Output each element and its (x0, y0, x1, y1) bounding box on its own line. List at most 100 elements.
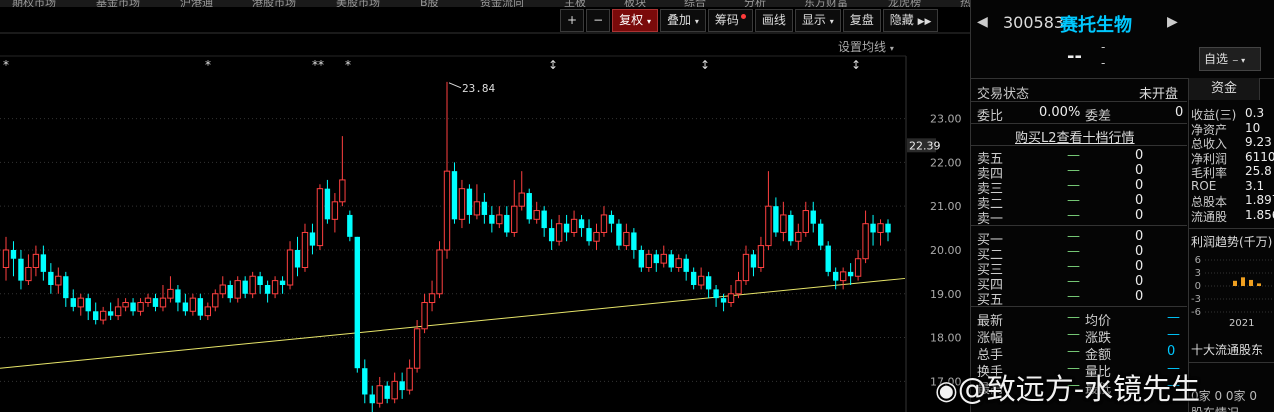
candle-body-down (713, 289, 719, 299)
candle-body-up (25, 266, 32, 282)
candle-body-down (384, 385, 390, 399)
weibo-logo-icon: ◉ (935, 376, 958, 406)
watchlist-dropdown[interactable]: 自选 − ▾ (1199, 47, 1261, 71)
quote-stat-v1: — (1067, 344, 1080, 359)
order-level-price: — (1067, 148, 1080, 163)
candle-body-up (234, 280, 241, 299)
candle-body-up (99, 310, 107, 321)
candle-body-down (362, 368, 368, 395)
l2-upgrade-link[interactable]: 购买L2查看十档行情 (1015, 127, 1135, 146)
candle-body-down (586, 228, 592, 242)
tab-funds[interactable]: 资金 (1189, 78, 1260, 100)
next-stock-button[interactable]: ▶ (1167, 14, 1178, 30)
finance-value: 1.856 (1245, 207, 1274, 222)
display-dropdown[interactable]: 显示 ▾ (794, 9, 841, 32)
candle-body-up (877, 223, 884, 233)
candle-body-up (593, 231, 600, 242)
order-level-vol: 0 (1135, 229, 1144, 244)
chart-toolbar: + − 复权 ▾ 叠加 ▾ 筹码 画线 显示 ▾ 复盘 隐藏 ▶▶ (560, 9, 939, 32)
order-level-vol: 0 (1135, 289, 1144, 304)
order-level-price: — (1067, 208, 1080, 223)
candle-body-up (436, 249, 443, 295)
candle-body-down (481, 201, 488, 215)
candle-body-up (780, 214, 787, 233)
zoom-out-button[interactable]: − (586, 9, 611, 32)
candle-body-up (839, 271, 847, 282)
candle-body-up (458, 188, 466, 220)
profit-bar (1257, 283, 1261, 286)
order-level-price: — (1067, 193, 1080, 208)
event-marker-icon[interactable]: * (205, 58, 211, 72)
finance-value: 3.1 (1245, 178, 1265, 193)
finance-label: 流通股 (1191, 209, 1228, 224)
candle-body-down (130, 302, 136, 312)
high-annotation-arrow (448, 82, 462, 89)
profit-trend-chart: 6 3 0 -3 -6 2021 (1191, 255, 1274, 328)
order-level-vol: 0 (1135, 178, 1144, 193)
zoom-in-button[interactable]: + (560, 9, 585, 32)
event-marker-icon[interactable]: ↕ (851, 58, 861, 72)
top-holders-title[interactable]: 十大流通股东 (1191, 341, 1263, 358)
event-marker-icon[interactable]: * (3, 58, 9, 72)
candle-body-up (271, 280, 279, 295)
candle-body-up (413, 328, 421, 369)
candle-body-up (473, 201, 481, 216)
candle-body-down (773, 206, 779, 233)
weibo-watermark: ◉@致远方-水镜先生 (935, 366, 1200, 408)
candle-body-up (219, 284, 226, 295)
candlestick-chart[interactable]: 23.0022.0021.0020.0019.0018.0017.0022.39… (0, 0, 970, 412)
prev-stock-button[interactable]: ◀ (977, 14, 988, 30)
trade-status-label: 交易状态 (977, 87, 1030, 102)
ma-settings-link[interactable]: 设置均线 ▾ (838, 38, 894, 55)
candle-body-up (735, 280, 742, 295)
profit-y-tick: 3 (1195, 268, 1201, 279)
notification-dot-icon (740, 14, 746, 19)
chips-button[interactable]: 筹码 (707, 9, 753, 32)
candle-body-up (600, 214, 608, 233)
profit-year-label: 2021 (1229, 318, 1254, 328)
order-level-price: — (1067, 229, 1080, 244)
event-marker-icon[interactable]: ** (312, 58, 324, 72)
finance-value: 0.3 (1245, 106, 1265, 120)
event-marker-icon[interactable]: ↕ (700, 58, 710, 72)
order-level-price: — (1067, 259, 1080, 274)
candle-body-up (660, 253, 667, 264)
candle-body-up (159, 297, 167, 308)
candle-body-up (189, 297, 197, 312)
order-level-price: — (1067, 178, 1080, 193)
event-marker-icon[interactable]: * (345, 58, 351, 72)
rewind-button[interactable]: 复盘 (842, 9, 881, 32)
finance-label: ROE (1191, 178, 1217, 193)
hide-button[interactable]: 隐藏 ▶▶ (882, 9, 939, 32)
candle-body-down (85, 298, 91, 312)
candle-body-down (608, 214, 615, 224)
candle-body-up (533, 210, 540, 220)
draw-line-button[interactable]: 画线 (754, 9, 793, 32)
candle-body-down (788, 214, 794, 242)
finance-value: 10 (1245, 120, 1261, 135)
event-marker-icon[interactable]: ↕ (548, 58, 558, 72)
profit-y-tick: 6 (1195, 255, 1201, 266)
candle-body-down (264, 285, 271, 294)
candle-body-up (757, 245, 765, 268)
overlay-dropdown[interactable]: 叠加 ▾ (659, 9, 706, 32)
candle-body-down (347, 214, 353, 237)
order-level-vol: 0 (1135, 274, 1144, 289)
fuquan-dropdown[interactable]: 复权 ▾ (612, 9, 658, 32)
candle-body-up (443, 170, 451, 251)
candle-body-down (309, 232, 316, 246)
candle-body-down (683, 258, 689, 272)
chips-label: 筹码 (714, 13, 739, 27)
order-level-vol: 0 (1135, 244, 1144, 259)
candle-body-up (137, 302, 144, 312)
candle-body-down (832, 271, 839, 281)
candle-body-down (616, 223, 622, 246)
candle-body-up (795, 231, 802, 242)
candle-body-up (167, 288, 174, 299)
candle-body-up (802, 210, 809, 233)
high-annotation-label: 23.84 (462, 82, 495, 95)
y-tick-label: 19.00 (930, 288, 962, 301)
candle-body-down (466, 188, 473, 215)
profit-bar (1241, 277, 1245, 286)
candle-body-down (631, 232, 637, 250)
